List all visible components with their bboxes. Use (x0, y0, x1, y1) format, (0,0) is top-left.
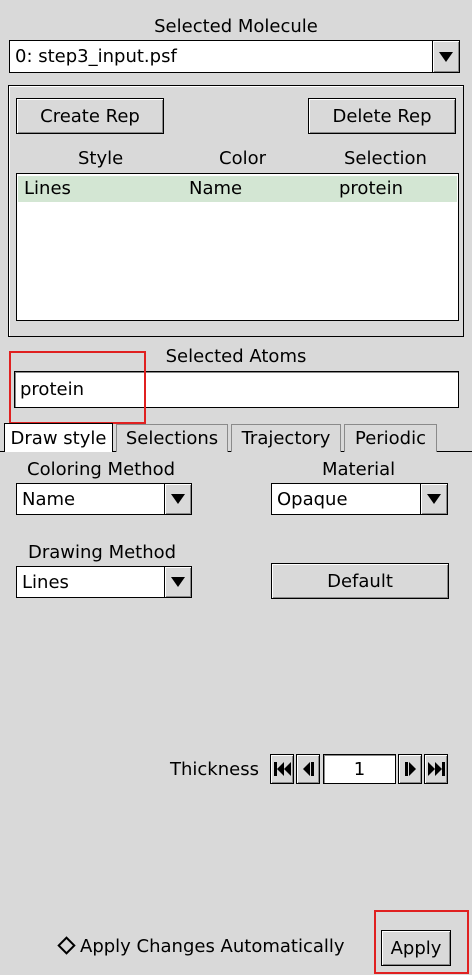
reps-list[interactable]: Lines Name protein (16, 173, 459, 321)
column-header-color: Color (219, 148, 266, 169)
chevron-down-icon[interactable] (432, 41, 459, 72)
auto-apply-radio-icon[interactable] (57, 936, 76, 955)
table-row[interactable]: Lines Name protein (18, 176, 457, 202)
selected-molecule-label: Selected Molecule (154, 16, 318, 37)
column-header-style: Style (78, 148, 124, 169)
default-button[interactable]: Default (271, 563, 449, 599)
thickness-increase-button[interactable] (398, 754, 422, 784)
column-header-selection: Selection (344, 148, 427, 169)
rep-color-cell: Name (189, 178, 243, 199)
drawing-method-value: Lines (22, 571, 69, 593)
molecule-dropdown-value: 0: step3_input.psf (15, 46, 177, 67)
thickness-first-button[interactable] (270, 754, 294, 784)
drawing-method-label: Drawing Method (28, 542, 177, 563)
selected-atoms-label: Selected Atoms (165, 346, 307, 367)
tab-trajectory[interactable]: Trajectory (231, 424, 341, 452)
create-rep-button[interactable]: Create Rep (16, 98, 164, 134)
tab-selections[interactable]: Selections (116, 424, 228, 452)
coloring-method-value: Name (22, 488, 76, 510)
chevron-down-icon[interactable] (164, 484, 191, 514)
thickness-last-button[interactable] (424, 754, 448, 784)
selected-atoms-input[interactable]: protein (14, 371, 459, 408)
rewind-icon (273, 762, 291, 776)
material-label: Material (322, 459, 396, 480)
thickness-input[interactable]: 1 (323, 754, 396, 784)
delete-rep-button[interactable]: Delete Rep (308, 98, 456, 134)
thickness-label: Thickness (170, 759, 259, 780)
step-back-icon (302, 762, 314, 776)
rep-selection-cell: protein (339, 178, 403, 199)
material-value: Opaque (277, 488, 348, 510)
step-forward-icon (404, 762, 416, 776)
thickness-decrease-button[interactable] (296, 754, 320, 784)
chevron-down-icon[interactable] (420, 484, 447, 514)
chevron-down-icon[interactable] (164, 567, 191, 597)
molecule-dropdown[interactable]: 0: step3_input.psf (9, 40, 460, 73)
material-dropdown[interactable]: Opaque (271, 483, 448, 515)
coloring-method-dropdown[interactable]: Name (16, 483, 192, 515)
drawing-method-dropdown[interactable]: Lines (16, 566, 192, 598)
apply-changes-automatically-label: Apply Changes Automatically (80, 936, 345, 957)
tab-periodic[interactable]: Periodic (344, 424, 437, 452)
coloring-method-label: Coloring Method (27, 459, 176, 480)
rep-style-cell: Lines (24, 178, 71, 199)
tab-draw-style[interactable]: Draw style (4, 423, 113, 452)
fast-forward-icon (427, 762, 445, 776)
apply-button[interactable]: Apply (381, 930, 451, 966)
